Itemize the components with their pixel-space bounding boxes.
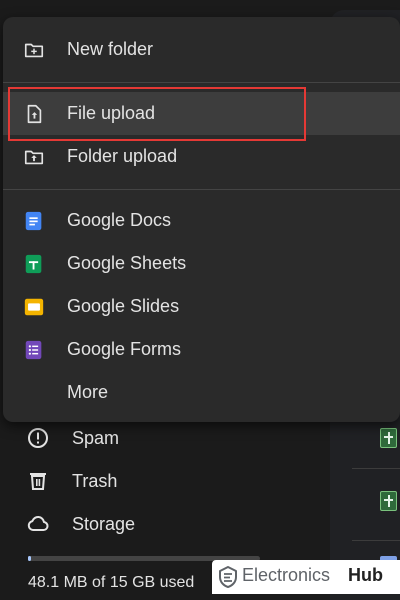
highlight-box [8, 87, 306, 141]
sidebar-item-label: Storage [72, 513, 136, 534]
menu-item-google-docs[interactable]: Google Docs [3, 199, 400, 242]
google-forms-icon [25, 340, 42, 359]
menu-item-google-sheets[interactable]: Google Sheets [3, 242, 400, 285]
google-slides-icon [24, 298, 44, 315]
menu-divider [3, 189, 400, 190]
menu-item-google-slides[interactable]: Google Slides [3, 285, 400, 328]
menu-item-new-folder[interactable]: New folder [3, 28, 400, 71]
menu-item-label: Google Forms [67, 339, 182, 359]
folder-upload-icon [24, 150, 44, 164]
file-row-divider [352, 540, 400, 541]
new-folder-icon [24, 43, 44, 57]
menu-item-google-forms[interactable]: Google Forms [3, 328, 400, 371]
sidebar-item-label: Trash [72, 470, 118, 491]
spam-icon [28, 428, 48, 448]
sidebar-item-storage[interactable]: Storage [26, 504, 326, 544]
sidebar-item-label: Spam [72, 427, 120, 448]
google-sheets-icon [25, 254, 42, 273]
storage-usage-fill [28, 556, 31, 561]
storage-usage-text: 48.1 MB of 15 GB used [28, 574, 195, 591]
watermark: Electronics Hub [212, 560, 400, 594]
watermark-text: Electronics [242, 565, 331, 585]
google-docs-icon [25, 211, 42, 230]
watermark-text-bold: Hub [348, 565, 383, 585]
sidebar-item-spam[interactable]: Spam [26, 418, 326, 458]
cloud-icon [27, 516, 49, 532]
menu-item-label: Google Slides [67, 296, 180, 316]
new-item-menu: New folder File upload Folder upload Goo… [3, 17, 400, 422]
menu-item-folder-upload[interactable]: Folder upload [3, 135, 400, 178]
sheets-file-icon [380, 428, 397, 448]
menu-item-label: New folder [67, 39, 154, 59]
menu-divider [3, 82, 400, 83]
menu-item-more[interactable]: More [3, 371, 400, 414]
menu-item-label: Folder upload [67, 146, 178, 166]
menu-item-label: Google Sheets [67, 253, 187, 273]
trash-icon [30, 473, 46, 490]
menu-item-label: More [67, 382, 109, 402]
sidebar-item-trash[interactable]: Trash [26, 461, 326, 501]
menu-item-label: Google Docs [67, 210, 172, 230]
electronicshub-logo-icon [219, 566, 237, 588]
sheets-file-icon [380, 491, 397, 511]
file-row-divider [352, 468, 400, 469]
